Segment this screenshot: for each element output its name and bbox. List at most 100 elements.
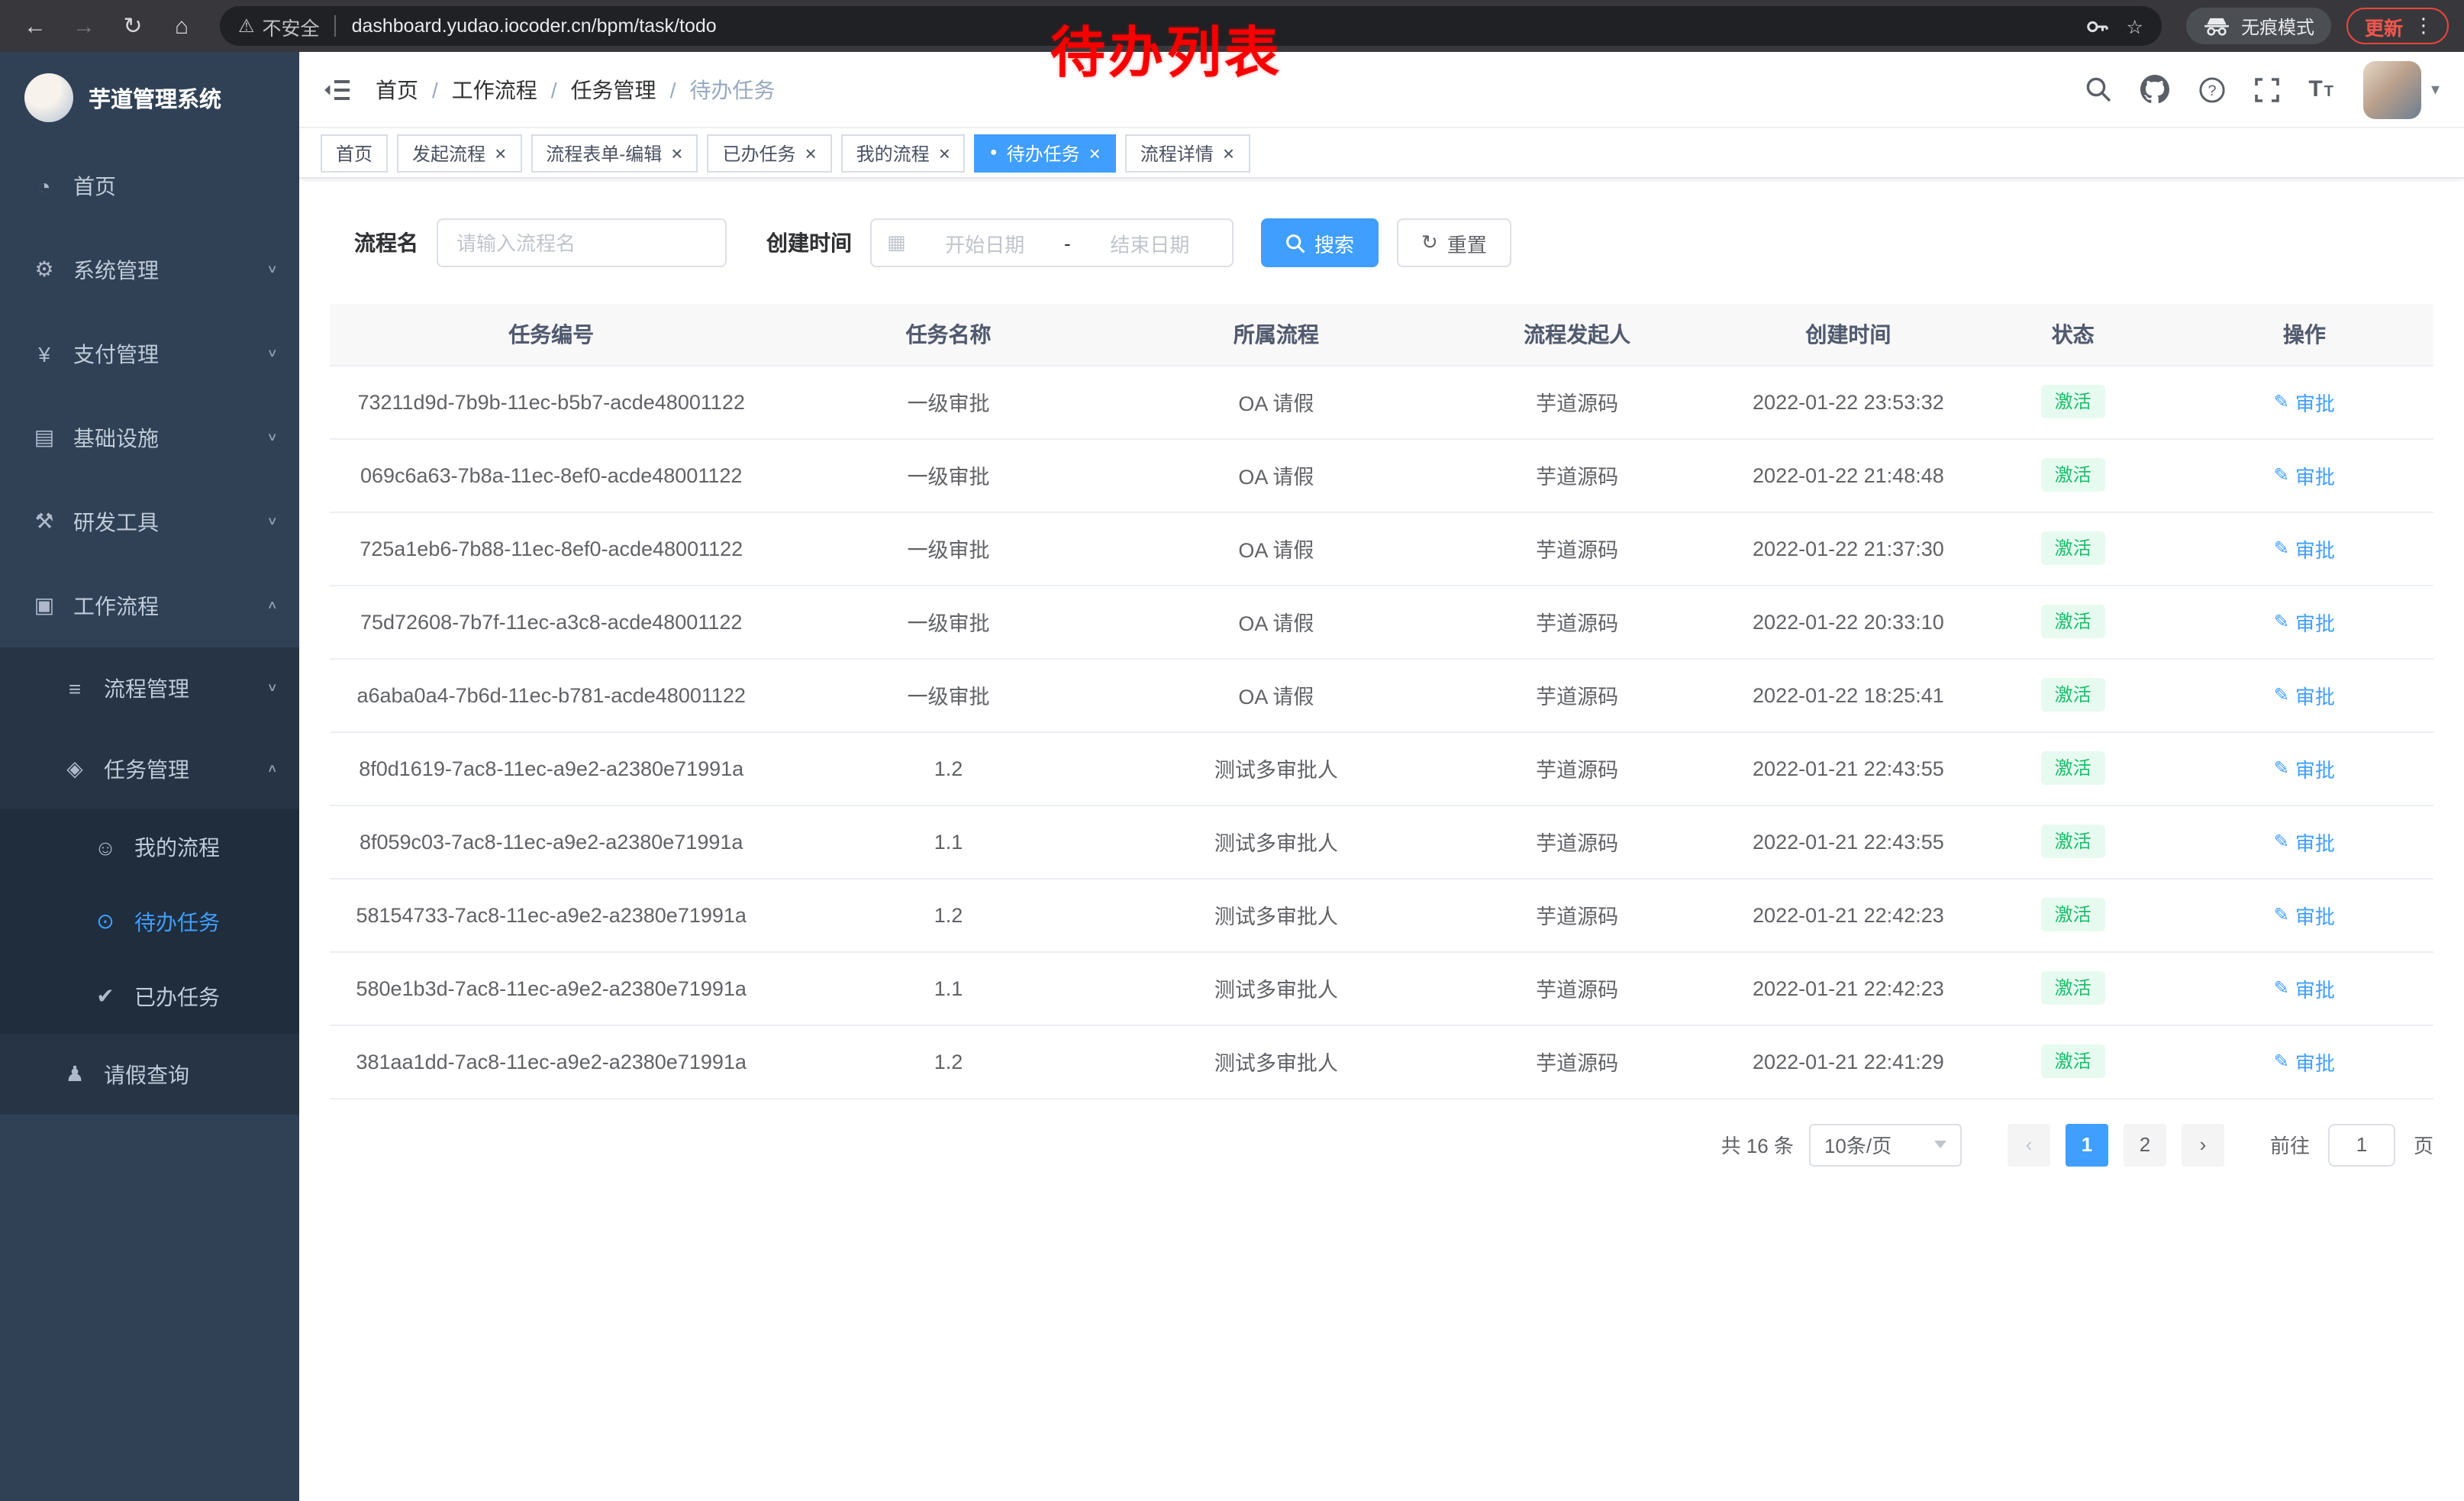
user-menu[interactable]: ▾ bbox=[2364, 60, 2440, 118]
sidebar-item-payment[interactable]: ¥ 支付管理 ∨ bbox=[0, 311, 299, 395]
approve-link[interactable]: ✎ 审批 bbox=[2274, 534, 2335, 563]
font-size-icon[interactable]: TT bbox=[2308, 76, 2335, 102]
menu-dots-icon[interactable]: ⋮ bbox=[2414, 14, 2433, 38]
process-list-icon: ≡ bbox=[61, 676, 89, 700]
logo-image bbox=[24, 73, 73, 122]
cell-created: 2022-01-22 21:48:48 bbox=[1726, 438, 1970, 512]
sidebar-item-process-management[interactable]: ≡ 流程管理 ∨ bbox=[0, 647, 299, 728]
sidebar-item-devtools[interactable]: ⚒ 研发工具 ∨ bbox=[0, 479, 299, 563]
sidebar-item-label: 待办任务 bbox=[134, 906, 220, 937]
search-icon[interactable] bbox=[2085, 76, 2111, 102]
navbar-actions: ? TT ▾ bbox=[2085, 60, 2440, 118]
tab-done-tasks[interactable]: 已办任务 × bbox=[707, 134, 831, 172]
sidebar-item-system[interactable]: ⚙ 系统管理 ∨ bbox=[0, 228, 299, 311]
sidebar-item-leave-query[interactable]: ♟ 请假查询 bbox=[0, 1034, 299, 1115]
infrastructure-icon: ▤ bbox=[31, 424, 58, 450]
sidebar-item-task-management[interactable]: ◈ 任务管理 ∧ bbox=[0, 728, 299, 809]
cell-process: 测试多审批人 bbox=[1124, 731, 1428, 805]
approve-link[interactable]: ✎ 审批 bbox=[2274, 827, 2335, 856]
github-icon[interactable] bbox=[2140, 75, 2169, 104]
approve-link[interactable]: ✎ 审批 bbox=[2274, 900, 2335, 929]
approve-link[interactable]: ✎ 审批 bbox=[2274, 973, 2335, 1002]
reset-button[interactable]: ↻ 重置 bbox=[1397, 218, 1511, 267]
goto-page-input[interactable] bbox=[2328, 1123, 2395, 1166]
back-icon[interactable]: ← bbox=[15, 6, 55, 46]
todo-task-table: 任务编号 任务名称 所属流程 流程发起人 创建时间 状态 操作 73211d9d… bbox=[330, 304, 2433, 1099]
sidebar-item-my-process[interactable]: ☺ 我的流程 bbox=[0, 809, 299, 884]
caret-down-icon: ▾ bbox=[2431, 79, 2440, 99]
caret-down-icon bbox=[1934, 1141, 1946, 1148]
approve-link[interactable]: ✎ 审批 bbox=[2274, 387, 2335, 416]
tab-my-process[interactable]: 我的流程 × bbox=[841, 134, 966, 172]
col-process: 所属流程 bbox=[1124, 304, 1428, 365]
collapse-sidebar-icon[interactable] bbox=[324, 77, 351, 102]
calendar-icon: ▦ bbox=[887, 231, 906, 255]
svg-text:?: ? bbox=[2208, 82, 2217, 98]
avatar[interactable] bbox=[2364, 60, 2422, 118]
cell-task-name: 1.2 bbox=[772, 878, 1124, 951]
page-size-select[interactable]: 10条/页 bbox=[1809, 1123, 1962, 1166]
breadcrumb-item[interactable]: 任务管理 bbox=[571, 74, 656, 105]
home-icon[interactable]: ⌂ bbox=[162, 6, 202, 46]
table-row: 75d72608-7b7f-11ec-a3c8-acde48001122 一级审… bbox=[330, 585, 2433, 658]
cell-task-id: 75d72608-7b7f-11ec-a3c8-acde48001122 bbox=[330, 585, 772, 658]
cell-status: 激活 bbox=[1971, 585, 2175, 658]
task-badge-icon: ◈ bbox=[61, 756, 89, 782]
sidebar-item-infrastructure[interactable]: ▤ 基础设施 ∨ bbox=[0, 395, 299, 479]
chevron-up-icon: ∧ bbox=[266, 763, 278, 776]
cell-task-id: 580e1b3d-7ac8-11ec-a9e2-a2380e71991a bbox=[330, 951, 772, 1025]
edit-icon: ✎ bbox=[2274, 831, 2289, 852]
edit-icon: ✎ bbox=[2274, 391, 2289, 412]
col-initiator: 流程发起人 bbox=[1428, 304, 1726, 365]
tab-start-process[interactable]: 发起流程 × bbox=[397, 134, 521, 172]
reload-icon[interactable]: ↻ bbox=[113, 6, 153, 46]
close-icon[interactable]: × bbox=[671, 143, 682, 163]
page-button-1[interactable]: 1 bbox=[2066, 1123, 2108, 1166]
update-button[interactable]: 更新 ⋮ bbox=[2346, 8, 2449, 44]
status-badge: 激活 bbox=[2041, 604, 2105, 639]
approve-link[interactable]: ✎ 审批 bbox=[2274, 607, 2335, 636]
prev-page-button[interactable]: ‹ bbox=[2008, 1123, 2050, 1166]
breadcrumb-separator: / bbox=[432, 77, 438, 102]
sidebar-item-todo-tasks[interactable]: ⊙ 待办任务 bbox=[0, 884, 299, 959]
task-management-submenu: ☺ 我的流程 ⊙ 待办任务 ✔ 已办任务 bbox=[0, 809, 299, 1034]
breadcrumb-item[interactable]: 工作流程 bbox=[452, 74, 537, 105]
approve-link[interactable]: ✎ 审批 bbox=[2274, 754, 2335, 783]
breadcrumb-item[interactable]: 首页 bbox=[376, 74, 418, 105]
cell-created: 2022-01-22 23:53:32 bbox=[1726, 365, 1970, 438]
help-icon[interactable]: ? bbox=[2198, 76, 2226, 103]
edit-icon: ✎ bbox=[2274, 904, 2289, 925]
tab-todo-tasks[interactable]: ● 待办任务 × bbox=[975, 134, 1116, 172]
key-icon[interactable] bbox=[2085, 15, 2108, 37]
approve-link[interactable]: ✎ 审批 bbox=[2274, 680, 2335, 709]
fullscreen-icon[interactable] bbox=[2255, 77, 2279, 102]
cell-status: 激活 bbox=[1971, 951, 2175, 1025]
chevron-down-icon: ∨ bbox=[266, 347, 278, 360]
date-range-picker[interactable]: ▦ 开始日期 - 结束日期 bbox=[870, 218, 1234, 267]
process-name-input[interactable] bbox=[437, 218, 727, 267]
cell-task-id: 381aa1dd-7ac8-11ec-a9e2-a2380e71991a bbox=[330, 1025, 772, 1098]
tab-process-detail[interactable]: 流程详情 × bbox=[1125, 134, 1250, 172]
page-button-2[interactable]: 2 bbox=[2124, 1123, 2166, 1166]
table-row: 725a1eb6-7b88-11ec-8ef0-acde48001122 一级审… bbox=[330, 512, 2433, 585]
search-button[interactable]: 搜索 bbox=[1261, 218, 1379, 267]
close-icon[interactable]: × bbox=[805, 143, 816, 163]
close-icon[interactable]: × bbox=[939, 143, 950, 163]
sidebar-item-workflow[interactable]: ▣ 工作流程 ∧ bbox=[0, 563, 299, 647]
cell-initiator: 芋道源码 bbox=[1428, 438, 1726, 512]
gear-icon: ⚙ bbox=[31, 257, 58, 282]
close-icon[interactable]: × bbox=[1089, 143, 1101, 163]
tab-home[interactable]: 首页 bbox=[321, 134, 388, 172]
next-page-button[interactable]: › bbox=[2182, 1123, 2224, 1166]
approve-link[interactable]: ✎ 审批 bbox=[2274, 1047, 2335, 1076]
chevron-down-icon: ∨ bbox=[266, 263, 278, 276]
approve-link[interactable]: ✎ 审批 bbox=[2274, 460, 2335, 489]
sidebar-item-done-tasks[interactable]: ✔ 已办任务 bbox=[0, 959, 299, 1034]
bookmark-star-icon[interactable]: ☆ bbox=[2127, 15, 2143, 37]
close-icon[interactable]: × bbox=[1223, 143, 1234, 163]
sidebar-item-home[interactable]: ◔ 首页 bbox=[0, 144, 299, 228]
forward-icon[interactable]: → bbox=[64, 6, 104, 46]
tab-process-form-edit[interactable]: 流程表单-编辑 × bbox=[531, 134, 698, 172]
cell-initiator: 芋道源码 bbox=[1428, 365, 1726, 438]
close-icon[interactable]: × bbox=[495, 143, 506, 163]
